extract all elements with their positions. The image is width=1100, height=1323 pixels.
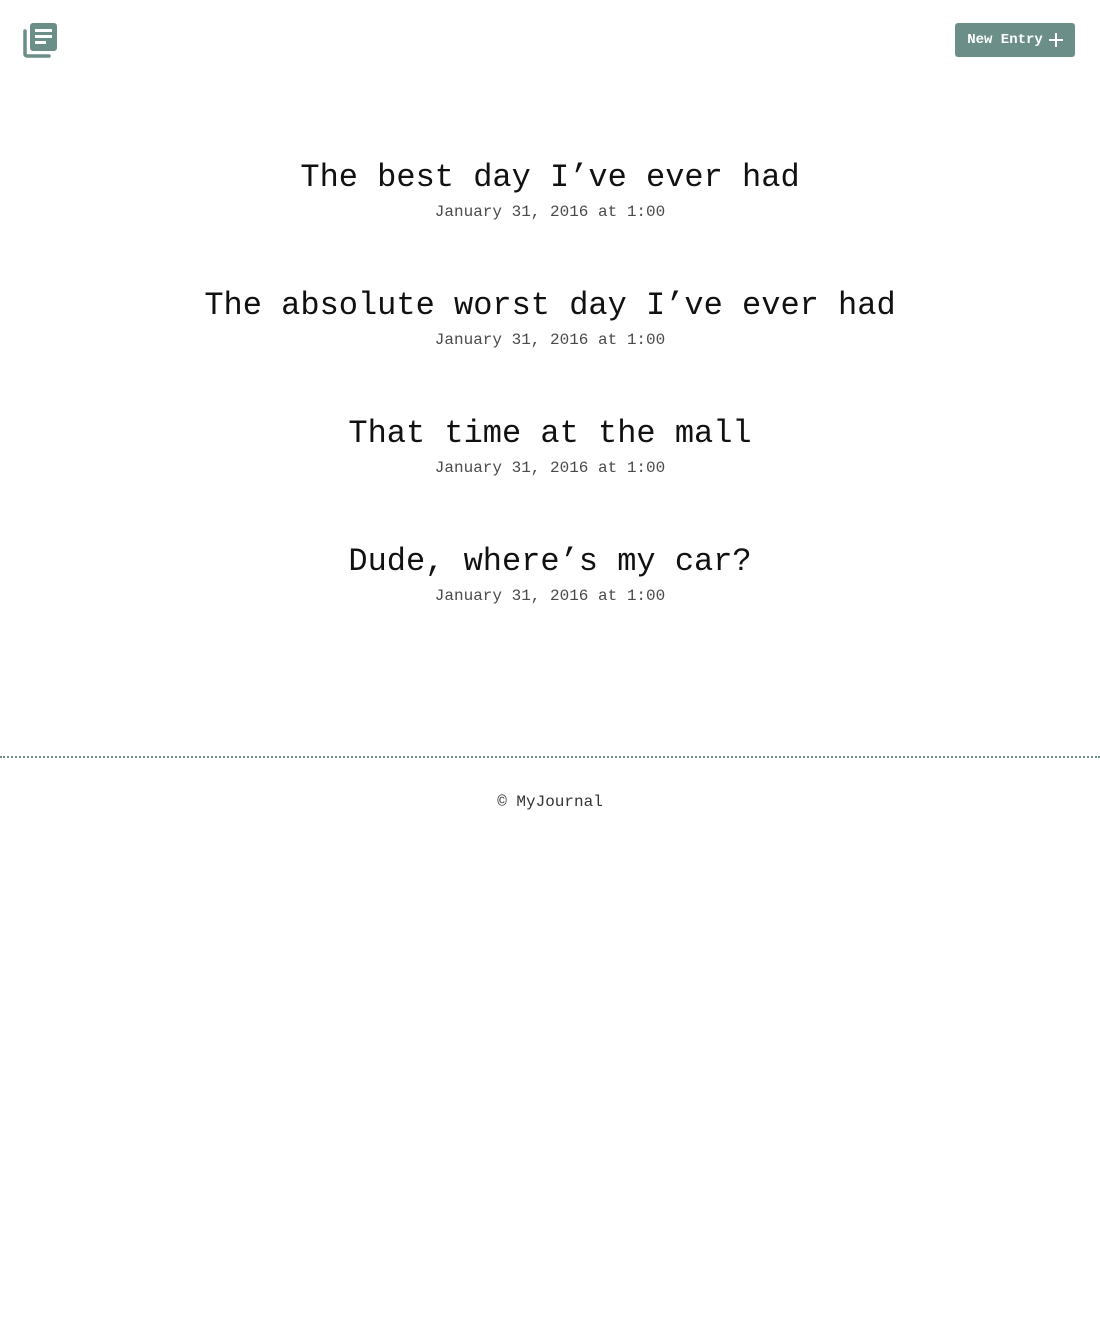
entry-title-link[interactable]: That time at the mall [0, 412, 1100, 456]
entry-list: The best day I’ve ever had January 31, 2… [0, 156, 1100, 668]
list-item: The best day I’ve ever had January 31, 2… [0, 156, 1100, 284]
entry-date: January 31, 2016 at 1:00 [434, 203, 666, 221]
list-item: That time at the mall January 31, 2016 a… [0, 412, 1100, 540]
entry-title-link[interactable]: Dude, where’s my car? [0, 540, 1100, 584]
entry-title-link[interactable]: The best day I’ve ever had [0, 156, 1100, 200]
new-entry-button[interactable]: New Entry [955, 23, 1075, 57]
journal-logo-icon[interactable] [22, 22, 58, 58]
list-item: The absolute worst day I’ve ever had Jan… [0, 284, 1100, 412]
list-item: Dude, where’s my car? January 31, 2016 a… [0, 540, 1100, 668]
site-header: New Entry [0, 0, 1100, 80]
journal-icon [23, 23, 57, 58]
site-footer: © MyJournal [0, 790, 1100, 814]
entry-date: January 31, 2016 at 1:00 [434, 459, 666, 477]
entry-date: January 31, 2016 at 1:00 [434, 587, 666, 605]
copyright-text: © MyJournal [497, 793, 603, 811]
plus-icon [1048, 33, 1063, 47]
footer-divider [0, 756, 1100, 758]
entry-title-link[interactable]: The absolute worst day I’ve ever had [0, 284, 1100, 328]
new-entry-label: New Entry [967, 32, 1043, 48]
entry-date: January 31, 2016 at 1:00 [434, 331, 666, 349]
